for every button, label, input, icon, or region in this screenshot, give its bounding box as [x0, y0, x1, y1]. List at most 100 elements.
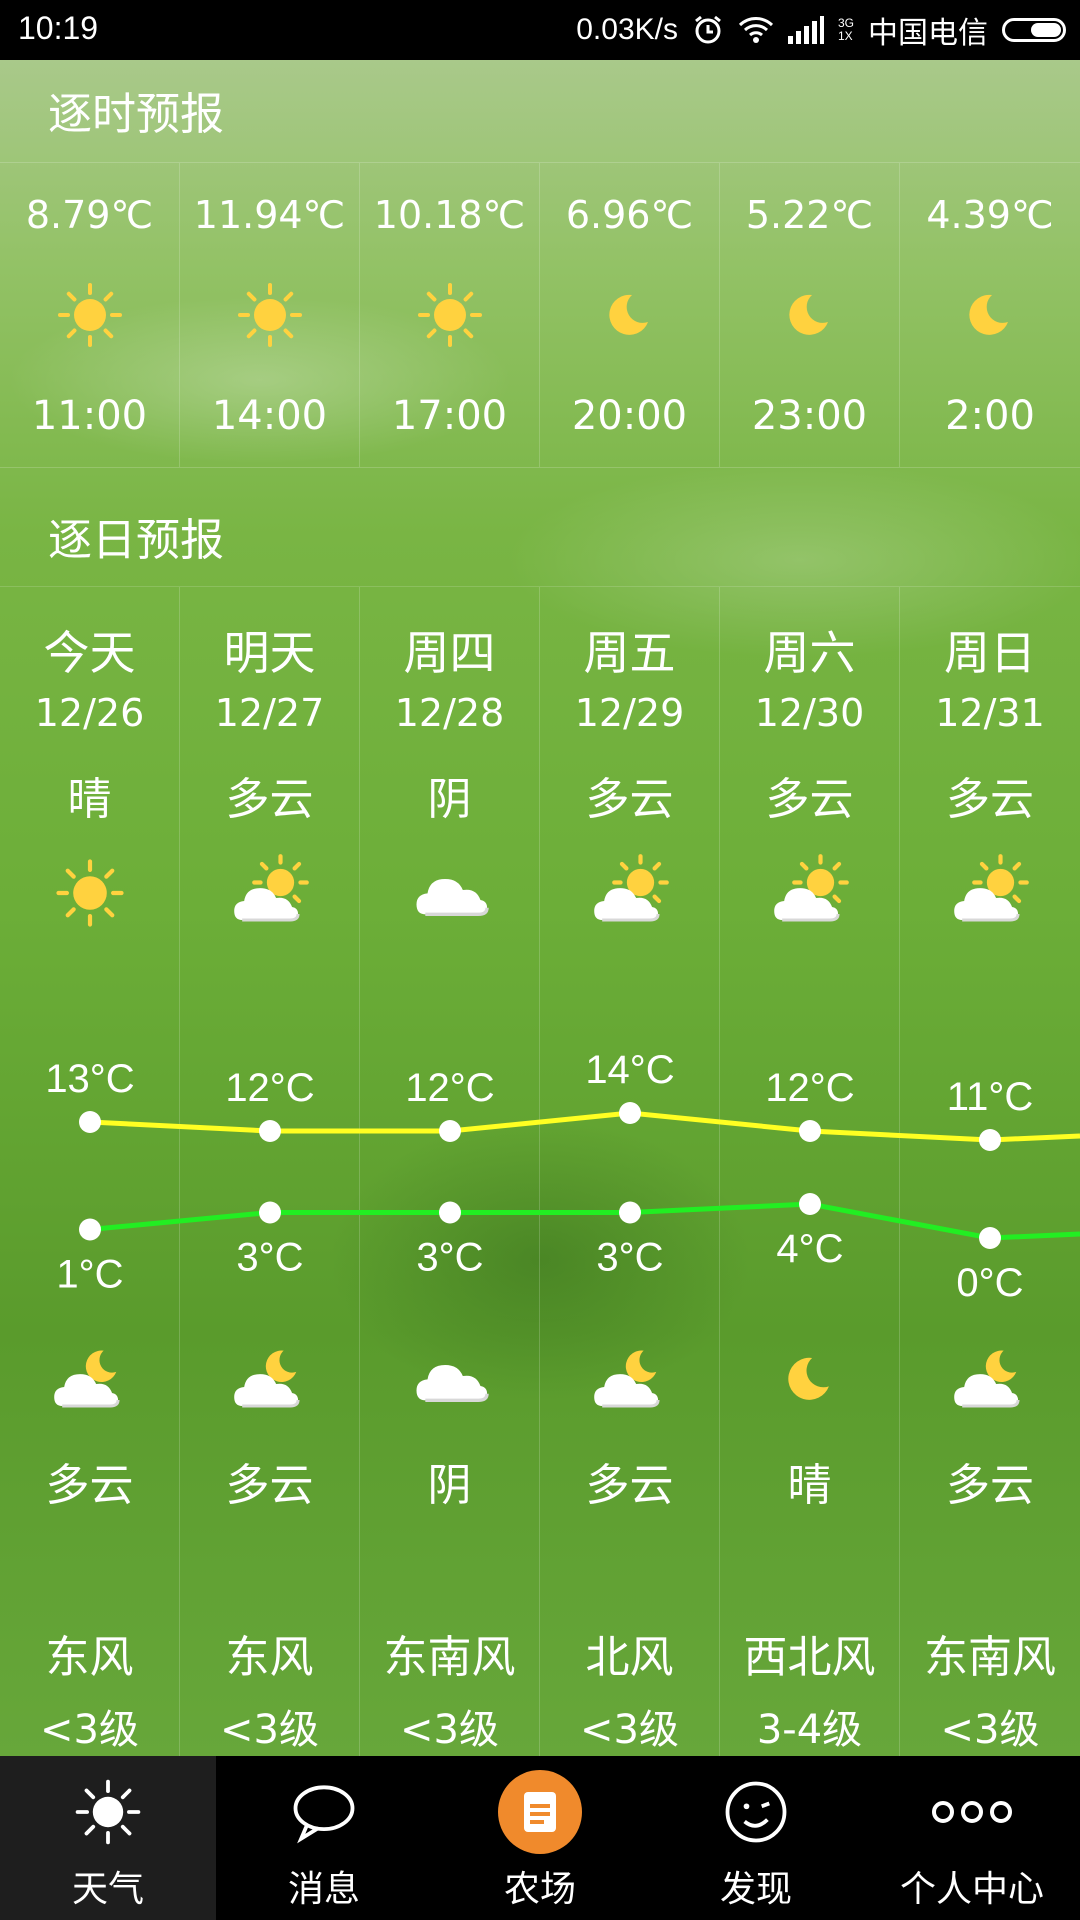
moon-cloud-icon: [48, 1337, 132, 1425]
dots-icon: [927, 1774, 1017, 1854]
sun-icon: [230, 275, 310, 359]
moon-icon: [768, 1337, 852, 1425]
daily-forecast-list: 今天 12/26 晴 多云 东风 <3级 明天 12/27 多云 多云 东风 <…: [0, 586, 1080, 1757]
network-type: 3G 1X: [837, 16, 854, 43]
document-icon: [496, 1768, 584, 1860]
alarm-icon: [692, 14, 724, 46]
day-name: 今天: [43, 626, 136, 680]
battery-icon: [1002, 18, 1066, 42]
day-date: 12/27: [214, 691, 325, 735]
tab-discover[interactable]: 发现: [648, 1756, 864, 1920]
day-date: 12/26: [34, 691, 145, 735]
hourly-temp: 10.18℃: [373, 193, 526, 237]
hourly-item: 8.79℃ 11:00: [0, 163, 180, 467]
cloud-icon: [408, 1337, 492, 1425]
hourly-time: 20:00: [571, 393, 688, 439]
daily-item[interactable]: 今天 12/26 晴 多云 东风 <3级: [0, 587, 180, 1757]
tab-messages[interactable]: 消息: [216, 1756, 432, 1920]
night-condition: 多云: [946, 1460, 1034, 1511]
day-date: 12/28: [394, 691, 505, 735]
sun-cloud-icon: [228, 851, 312, 939]
hourly-item: 5.22℃ 23:00: [720, 163, 900, 467]
moon-cloud-icon: [948, 1337, 1032, 1425]
moon-cloud-icon: [588, 1337, 672, 1425]
tab-profile[interactable]: 个人中心: [864, 1756, 1080, 1920]
wind-direction: 西北风: [743, 1632, 876, 1683]
tab-label: 农场: [503, 1869, 576, 1910]
hourly-time: 2:00: [945, 393, 1035, 439]
daily-item[interactable]: 周六 12/30 多云 晴 西北风 3-4级: [720, 587, 900, 1757]
day-name: 周日: [944, 626, 1036, 680]
hourly-title: 逐时预报: [48, 89, 224, 140]
sun-icon: [50, 275, 130, 359]
carrier-name: 中国电信: [868, 17, 988, 50]
chat-bubble-icon: [286, 1774, 362, 1854]
daily-item[interactable]: 明天 12/27 多云 多云 东风 <3级: [180, 587, 360, 1757]
daily-title: 逐日预报: [48, 515, 224, 566]
status-time: 10:19: [18, 10, 99, 46]
sun-cloud-icon: [948, 851, 1032, 939]
tab-label: 个人中心: [899, 1869, 1044, 1910]
tab-label: 天气: [71, 1869, 144, 1910]
hourly-time: 23:00: [751, 393, 868, 439]
daily-item[interactable]: 周日 12/31 多云 多云 东南风 <3级: [900, 587, 1080, 1757]
sun-cloud-icon: [588, 851, 672, 939]
hourly-time: 17:00: [391, 393, 508, 439]
hourly-temp: 4.39℃: [926, 193, 1054, 237]
wind-level: <3级: [40, 1707, 139, 1753]
signal-icon: [787, 16, 824, 44]
tab-label: 发现: [719, 1869, 792, 1910]
sun-icon: [410, 275, 490, 359]
sun-cloud-icon: [768, 851, 852, 939]
hourly-item: 6.96℃ 20:00: [540, 163, 720, 467]
wind-direction: 东风: [225, 1632, 314, 1683]
hourly-temp: 8.79℃: [25, 193, 154, 237]
wind-level: <3级: [400, 1707, 499, 1753]
wind-direction: 北风: [585, 1632, 674, 1683]
wind-direction: 东南风: [383, 1632, 516, 1683]
night-condition: 多云: [45, 1460, 134, 1511]
tab-weather[interactable]: 天气: [0, 1756, 216, 1920]
moon-icon: [770, 275, 850, 359]
day-name: 明天: [223, 626, 316, 680]
day-condition: 晴: [67, 774, 112, 825]
wind-level: <3级: [580, 1707, 679, 1753]
day-date: 12/31: [935, 691, 1045, 735]
wifi-icon: [738, 15, 774, 45]
day-condition: 多云: [225, 774, 314, 825]
wind-level: <3级: [220, 1707, 319, 1753]
night-condition: 阴: [427, 1460, 472, 1511]
hourly-temp: 11.94℃: [193, 193, 346, 237]
day-condition: 多云: [765, 774, 854, 825]
hourly-time: 11:00: [31, 393, 148, 439]
day-date: 12/30: [754, 691, 865, 735]
wind-level: 3-4级: [756, 1707, 863, 1753]
wind-level: <3级: [940, 1707, 1040, 1753]
night-condition: 多云: [585, 1460, 674, 1511]
sun-icon: [70, 1774, 146, 1854]
day-date: 12/29: [574, 691, 685, 735]
hourly-forecast-list: 8.79℃ 11:00 11.94℃ 14:00 10.18℃ 17:00 6.…: [0, 162, 1080, 468]
day-condition: 多云: [585, 774, 674, 825]
hourly-temp: 5.22℃: [745, 193, 874, 237]
tab-farm[interactable]: 农场: [432, 1756, 648, 1920]
hourly-item: 4.39℃ 2:00: [900, 163, 1080, 467]
moon-icon: [950, 275, 1030, 359]
moon-cloud-icon: [228, 1337, 312, 1425]
moon-icon: [590, 275, 670, 359]
daily-item[interactable]: 周四 12/28 阴 阴 东南风 <3级: [360, 587, 540, 1757]
tab-label: 消息: [287, 1869, 360, 1910]
bottom-tab-bar: 天气 消息 农场 发现 个人中心: [0, 1756, 1080, 1920]
cloud-icon: [408, 851, 492, 939]
day-condition: 多云: [946, 774, 1034, 825]
hourly-item: 10.18℃ 17:00: [360, 163, 540, 467]
night-condition: 晴: [787, 1460, 832, 1511]
status-bar: 10:19 0.03K/s 3G 1X 中国电信: [0, 0, 1080, 60]
wind-direction: 东南风: [924, 1632, 1056, 1683]
wind-direction: 东风: [45, 1632, 134, 1683]
daily-item[interactable]: 周五 12/29 多云 多云 北风 <3级: [540, 587, 720, 1757]
net-speed: 0.03K/s: [576, 13, 678, 46]
day-name: 周六: [763, 626, 856, 680]
day-name: 周五: [583, 626, 676, 680]
hourly-item: 11.94℃ 14:00: [180, 163, 360, 467]
